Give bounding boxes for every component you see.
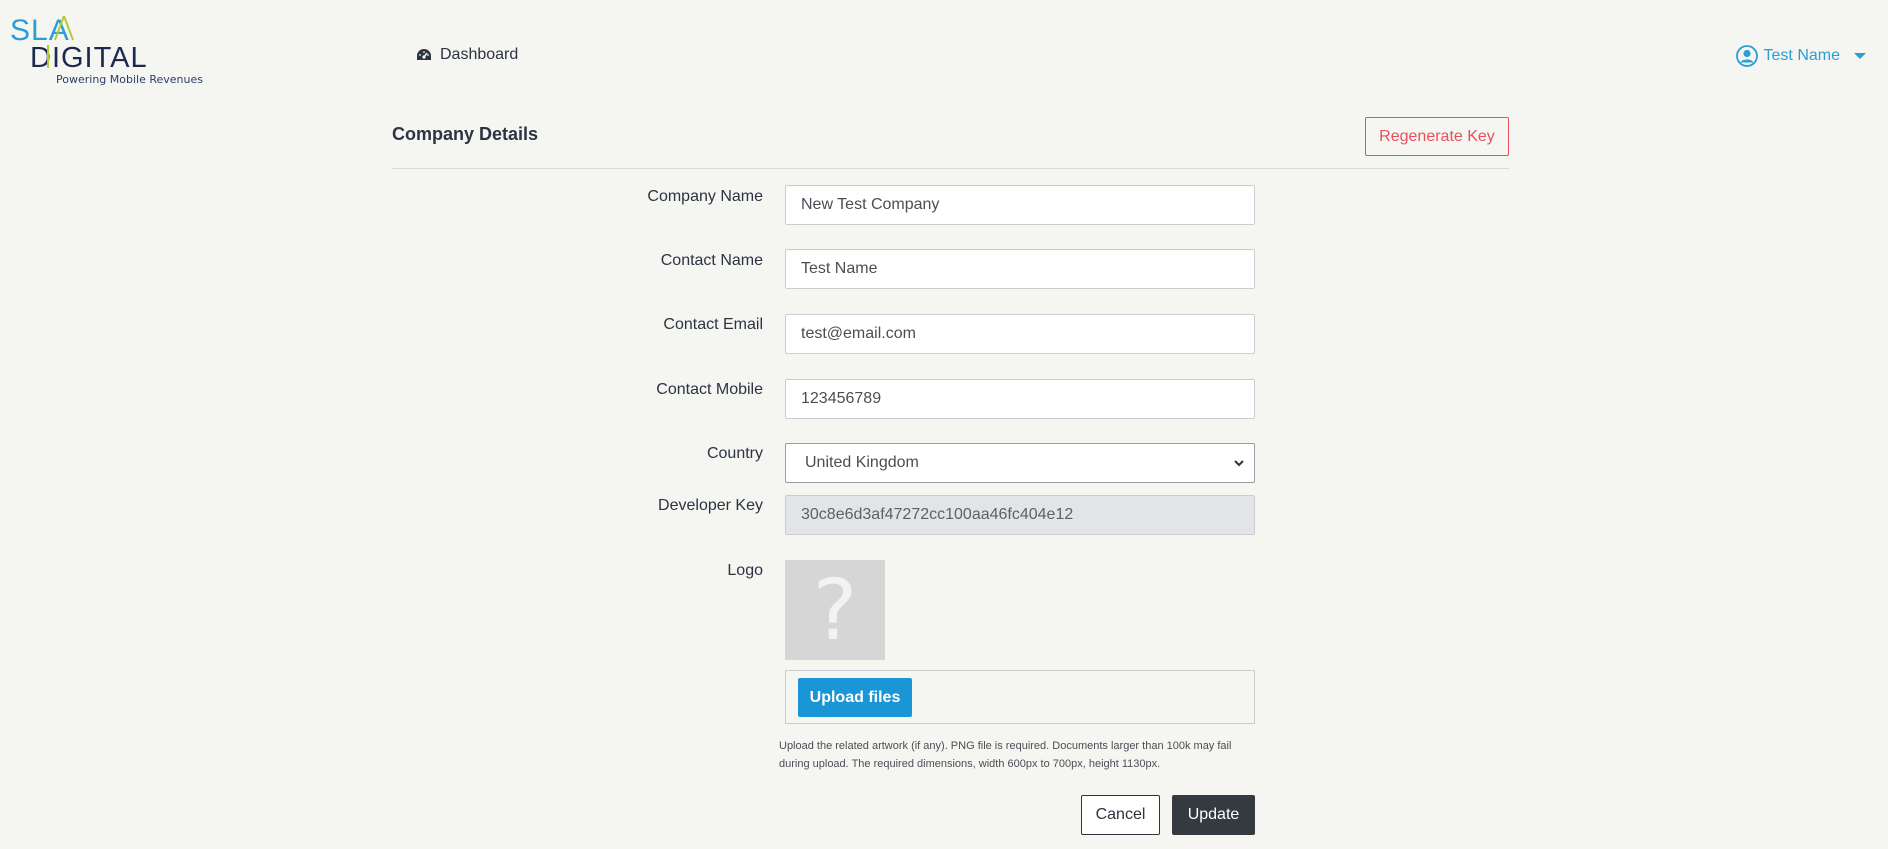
contact-mobile-label: Contact Mobile — [656, 381, 763, 398]
upload-dropzone[interactable]: Upload files — [785, 670, 1255, 724]
contact-email-label: Contact Email — [663, 316, 763, 333]
upload-help-line-1: Upload the related artwork (if any). PNG… — [779, 740, 1232, 752]
chevron-down-icon — [1234, 460, 1244, 467]
company-name-label: Company Name — [647, 188, 763, 205]
country-label: Country — [706, 445, 763, 462]
chevron-down-icon — [1854, 53, 1866, 59]
section-divider — [392, 168, 1509, 169]
user-circle-icon — [1735, 45, 1758, 67]
brand-logo[interactable]: SLA DIGITAL Powering Mobile Revenues — [10, 12, 203, 88]
user-menu-toggle[interactable]: Test Name — [1735, 45, 1866, 67]
upload-help-text: Upload the related artwork (if any). PNG… — [779, 737, 1279, 773]
country-selected-value: United Kingdom — [805, 454, 919, 471]
regenerate-key-button[interactable]: Regenerate Key — [1365, 117, 1509, 156]
nav-dashboard-link[interactable]: Dashboard — [416, 46, 518, 64]
contact-name-field[interactable]: Test Name — [785, 249, 1255, 289]
question-mark-icon: ? — [812, 561, 858, 659]
contact-mobile-field[interactable]: 123456789 — [785, 379, 1255, 419]
cancel-button[interactable]: Cancel — [1081, 795, 1160, 835]
country-select[interactable]: United Kingdom — [785, 443, 1255, 483]
update-button[interactable]: Update — [1172, 795, 1255, 835]
company-name-field[interactable]: New Test Company — [785, 185, 1255, 225]
page-title: Company Details — [392, 124, 539, 144]
brand-tagline: Powering Mobile Revenues — [56, 73, 203, 86]
developer-key-label: Developer Key — [658, 497, 763, 514]
upload-help-line-2: during upload. The required dimensions, … — [779, 758, 1161, 770]
logo-preview-image: ? — [785, 560, 885, 660]
upload-files-button[interactable]: Upload files — [798, 678, 912, 717]
contact-email-field[interactable]: test@email.com — [785, 314, 1255, 354]
nav-dashboard-label: Dashboard — [440, 46, 519, 63]
logo-label: Logo — [727, 562, 763, 579]
user-name: Test Name — [1763, 47, 1840, 64]
contact-name-label: Contact Name — [660, 252, 763, 269]
developer-key-field: 30c8e6d3af47272cc100aa46fc404e12 — [785, 495, 1255, 535]
dashboard-gauge-icon — [417, 49, 431, 60]
